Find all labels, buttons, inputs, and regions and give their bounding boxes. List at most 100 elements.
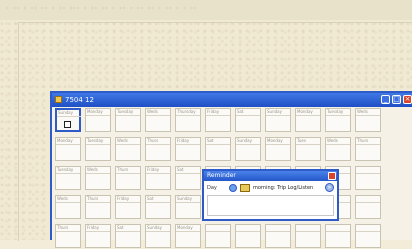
cell-body <box>56 144 80 162</box>
cell-body <box>176 173 200 191</box>
calendar-cell[interactable]: Monday <box>85 108 111 132</box>
cell-body <box>206 231 230 249</box>
cell-body <box>326 115 350 133</box>
calendar-cell[interactable]: Thurs <box>85 195 111 219</box>
calendar-cell[interactable]: Weds <box>115 137 141 161</box>
cell-body <box>296 115 320 133</box>
calendar-cell[interactable]: Sat <box>145 195 171 219</box>
cell-body <box>356 144 380 162</box>
cell-body <box>56 202 80 220</box>
calendar-cell[interactable]: Friday <box>175 137 201 161</box>
cell-body <box>116 202 140 220</box>
calendar-cell[interactable]: Monday <box>55 137 81 161</box>
calendar-cell[interactable]: Tuesday <box>85 137 111 161</box>
top-blurred-text: · ·· · ·· ·· · ·· ··· · ·· ·· · ·· · ·· … <box>6 4 198 13</box>
calendar-cell[interactable]: Friday <box>205 108 231 132</box>
calendar-cell[interactable] <box>265 224 291 248</box>
calendar-cell[interactable]: Sat <box>235 108 261 132</box>
calendar-cell[interactable]: Friday <box>145 166 171 190</box>
globe-icon[interactable] <box>229 184 237 192</box>
cell-body <box>206 115 230 133</box>
calendar-cell[interactable] <box>295 224 321 248</box>
calendar-cell[interactable] <box>235 224 261 248</box>
calendar-cell[interactable]: Sunday <box>145 224 171 248</box>
calendar-cell[interactable]: Weds <box>355 108 381 132</box>
top-strip: · ·· · ·· ·· · ·· ··· · ·· ·· · ·· · ·· … <box>0 0 412 20</box>
cell-body <box>86 202 110 220</box>
maximize-button[interactable]: □ <box>392 95 401 104</box>
calendar-cell[interactable]: Sunday <box>235 137 261 161</box>
calendar-cell[interactable] <box>205 224 231 248</box>
calendar-cell[interactable] <box>355 166 381 190</box>
cell-body <box>86 231 110 249</box>
cell-body <box>236 115 260 133</box>
dialog-body[interactable] <box>207 195 334 216</box>
calendar-cell[interactable]: Friday <box>85 224 111 248</box>
cell-body <box>266 231 290 249</box>
cell-body <box>116 144 140 162</box>
calendar-cell[interactable]: Sat <box>205 137 231 161</box>
dialog-titlebar[interactable]: Reminder <box>204 171 337 181</box>
app-icon <box>55 96 62 103</box>
cell-body <box>86 173 110 191</box>
dialog-close-icon[interactable] <box>328 172 336 180</box>
cell-body <box>176 144 200 162</box>
cell-body <box>266 144 290 162</box>
cell-body <box>146 115 170 133</box>
calendar-cell[interactable]: Tuesday <box>55 166 81 190</box>
calendar-cell[interactable]: Thurs <box>115 166 141 190</box>
folder-icon[interactable] <box>240 184 250 192</box>
calendar-cell[interactable]: Monday <box>175 224 201 248</box>
cell-body <box>56 173 80 191</box>
calendar-cell[interactable]: Sunday <box>265 108 291 132</box>
cell-body <box>326 231 350 249</box>
calendar-cell[interactable]: Tues <box>295 137 321 161</box>
calendar-cell[interactable]: Thurs <box>355 137 381 161</box>
window-titlebar[interactable]: 7504 12 _ □ × <box>52 93 412 107</box>
cell-body <box>356 231 380 249</box>
minimize-button[interactable]: _ <box>381 95 390 104</box>
calendar-cell[interactable]: Monday <box>265 137 291 161</box>
cell-body <box>356 115 380 133</box>
calendar-cell[interactable]: Thursday <box>175 108 201 132</box>
cell-body <box>116 231 140 249</box>
cell-body <box>236 144 260 162</box>
cell-body <box>146 144 170 162</box>
cell-body <box>176 231 200 249</box>
calendar-cell[interactable]: Weds <box>85 166 111 190</box>
expand-arrow-icon[interactable]: » <box>325 183 334 192</box>
cell-body <box>176 202 200 220</box>
cell-body <box>86 115 110 133</box>
calendar-cell[interactable] <box>355 224 381 248</box>
calendar-cell[interactable]: Tuesday <box>115 108 141 132</box>
calendar-cell[interactable] <box>355 195 381 219</box>
calendar-cell[interactable] <box>325 224 351 248</box>
calendar-cell[interactable]: Tuesday <box>325 108 351 132</box>
calendar-cell[interactable]: Sat <box>115 224 141 248</box>
close-button[interactable]: × <box>403 95 412 104</box>
cell-body <box>206 144 230 162</box>
calendar-cell[interactable]: Monday <box>295 108 321 132</box>
cell-body <box>146 231 170 249</box>
cell-body <box>356 202 380 220</box>
cell-body <box>296 144 320 162</box>
cell-body <box>86 144 110 162</box>
cell-body <box>56 231 80 249</box>
calendar-cell[interactable]: Weds <box>55 195 81 219</box>
calendar-cell[interactable]: Friday <box>115 195 141 219</box>
cell-body <box>146 202 170 220</box>
calendar-cell[interactable]: Thurs <box>55 224 81 248</box>
calendar-cell[interactable]: Sat <box>175 166 201 190</box>
dialog-row: Day morning: Trip Log/Listen » <box>207 183 334 193</box>
calendar-cell[interactable]: Weds <box>325 137 351 161</box>
cell-body <box>116 115 140 133</box>
calendar-cell[interactable]: Sunday <box>175 195 201 219</box>
checkbox[interactable] <box>64 121 71 128</box>
dialog-title: Reminder <box>207 172 236 179</box>
calendar-cell[interactable]: Sunday <box>55 108 81 132</box>
cell-body <box>356 173 380 191</box>
calendar-cell[interactable]: Weds <box>145 108 171 132</box>
cell-body <box>296 231 320 249</box>
calendar-cell[interactable]: Thurs <box>145 137 171 161</box>
cell-body <box>116 173 140 191</box>
